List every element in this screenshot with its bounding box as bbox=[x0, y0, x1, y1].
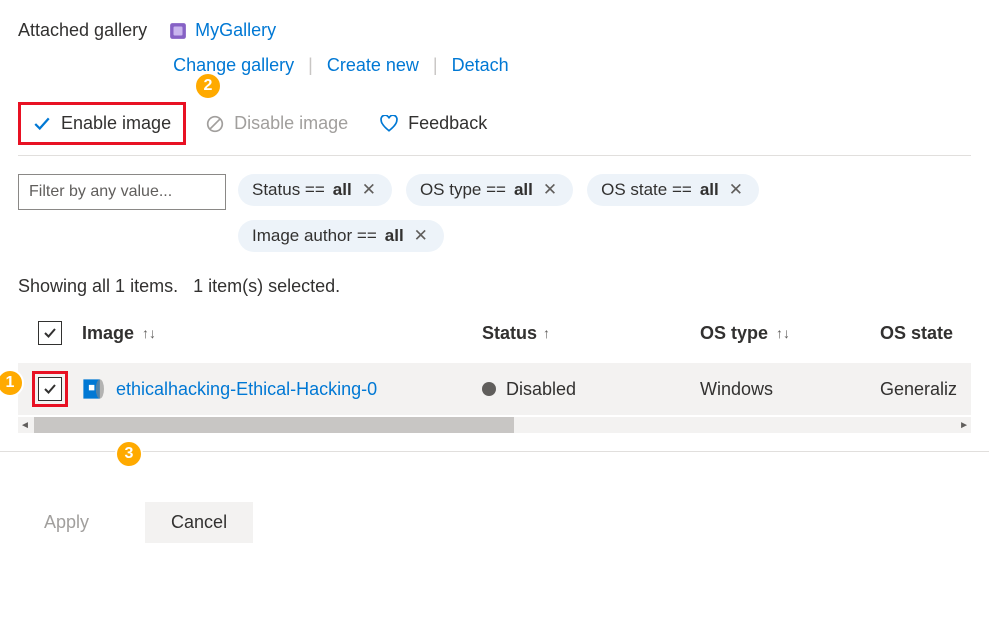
cancel-button[interactable]: Cancel bbox=[145, 502, 253, 543]
enable-image-button[interactable]: Enable image bbox=[18, 102, 186, 145]
close-icon[interactable]: ✕ bbox=[541, 180, 559, 200]
sort-icon[interactable]: ↑↓ bbox=[776, 325, 790, 341]
showing-count: Showing all 1 items. bbox=[18, 276, 178, 296]
pill-value: all bbox=[385, 226, 404, 246]
filter-pill-osstate[interactable]: OS state == all ✕ bbox=[587, 174, 759, 206]
status-text: Disabled bbox=[506, 379, 576, 400]
close-icon[interactable]: ✕ bbox=[412, 226, 430, 246]
filter-input[interactable] bbox=[18, 174, 226, 210]
create-new-link[interactable]: Create new bbox=[323, 55, 423, 76]
selected-count: 1 item(s) selected. bbox=[193, 276, 340, 296]
image-name-link[interactable]: ethicalhacking-Ethical-Hacking-0 bbox=[116, 379, 377, 400]
col-image[interactable]: Image bbox=[82, 323, 134, 344]
feedback-button[interactable]: Feedback bbox=[368, 105, 499, 142]
detach-link[interactable]: Detach bbox=[448, 55, 513, 76]
pill-prefix: OS type == bbox=[420, 180, 506, 200]
scroll-left-icon[interactable]: ◄ bbox=[20, 420, 30, 431]
disable-image-label: Disable image bbox=[234, 113, 348, 134]
gallery-name-link[interactable]: MyGallery bbox=[195, 20, 276, 41]
pill-value: all bbox=[700, 180, 719, 200]
col-ostype[interactable]: OS type bbox=[700, 323, 768, 344]
col-status[interactable]: Status bbox=[482, 323, 537, 344]
enable-image-label: Enable image bbox=[61, 113, 171, 134]
col-osstate[interactable]: OS state bbox=[880, 323, 953, 344]
heart-icon bbox=[380, 115, 398, 133]
attached-gallery-label: Attached gallery bbox=[18, 20, 147, 41]
apply-button[interactable]: Apply bbox=[18, 502, 115, 543]
close-icon[interactable]: ✕ bbox=[727, 180, 745, 200]
scroll-right-icon[interactable]: ► bbox=[959, 420, 969, 431]
pill-prefix: Image author == bbox=[252, 226, 377, 246]
change-gallery-link[interactable]: Change gallery bbox=[169, 55, 298, 76]
horizontal-scrollbar[interactable]: ◄ ► bbox=[18, 417, 971, 433]
pill-value: all bbox=[333, 180, 352, 200]
scroll-thumb[interactable] bbox=[34, 417, 514, 433]
feedback-label: Feedback bbox=[408, 113, 487, 134]
select-all-checkbox[interactable] bbox=[38, 321, 62, 345]
status-dot-icon bbox=[482, 382, 496, 396]
check-icon bbox=[33, 115, 51, 133]
prohibit-icon bbox=[206, 115, 224, 133]
sort-asc-icon[interactable]: ↑ bbox=[543, 325, 550, 341]
pill-prefix: Status == bbox=[252, 180, 325, 200]
table-header-row: Image ↑↓ Status ↑ OS type ↑↓ OS state bbox=[18, 311, 971, 355]
filter-pill-status[interactable]: Status == all ✕ bbox=[238, 174, 392, 206]
step-badge-2: 2 bbox=[194, 72, 222, 100]
gallery-icon bbox=[169, 22, 187, 40]
filter-pill-author[interactable]: Image author == all ✕ bbox=[238, 220, 444, 252]
table-row[interactable]: ethicalhacking-Ethical-Hacking-0 Disable… bbox=[18, 363, 971, 415]
vm-image-icon bbox=[82, 378, 104, 400]
separator: | bbox=[298, 55, 323, 76]
disable-image-button: Disable image bbox=[194, 105, 360, 142]
close-icon[interactable]: ✕ bbox=[360, 180, 378, 200]
row-checkbox[interactable] bbox=[38, 377, 62, 401]
pill-prefix: OS state == bbox=[601, 180, 692, 200]
sort-icon[interactable]: ↑↓ bbox=[142, 325, 156, 341]
pill-value: all bbox=[514, 180, 533, 200]
osstate-text: Generaliz bbox=[880, 379, 957, 399]
ostype-text: Windows bbox=[700, 379, 773, 399]
separator: | bbox=[423, 55, 448, 76]
filter-pill-ostype[interactable]: OS type == all ✕ bbox=[406, 174, 573, 206]
step-badge-3: 3 bbox=[115, 440, 143, 468]
